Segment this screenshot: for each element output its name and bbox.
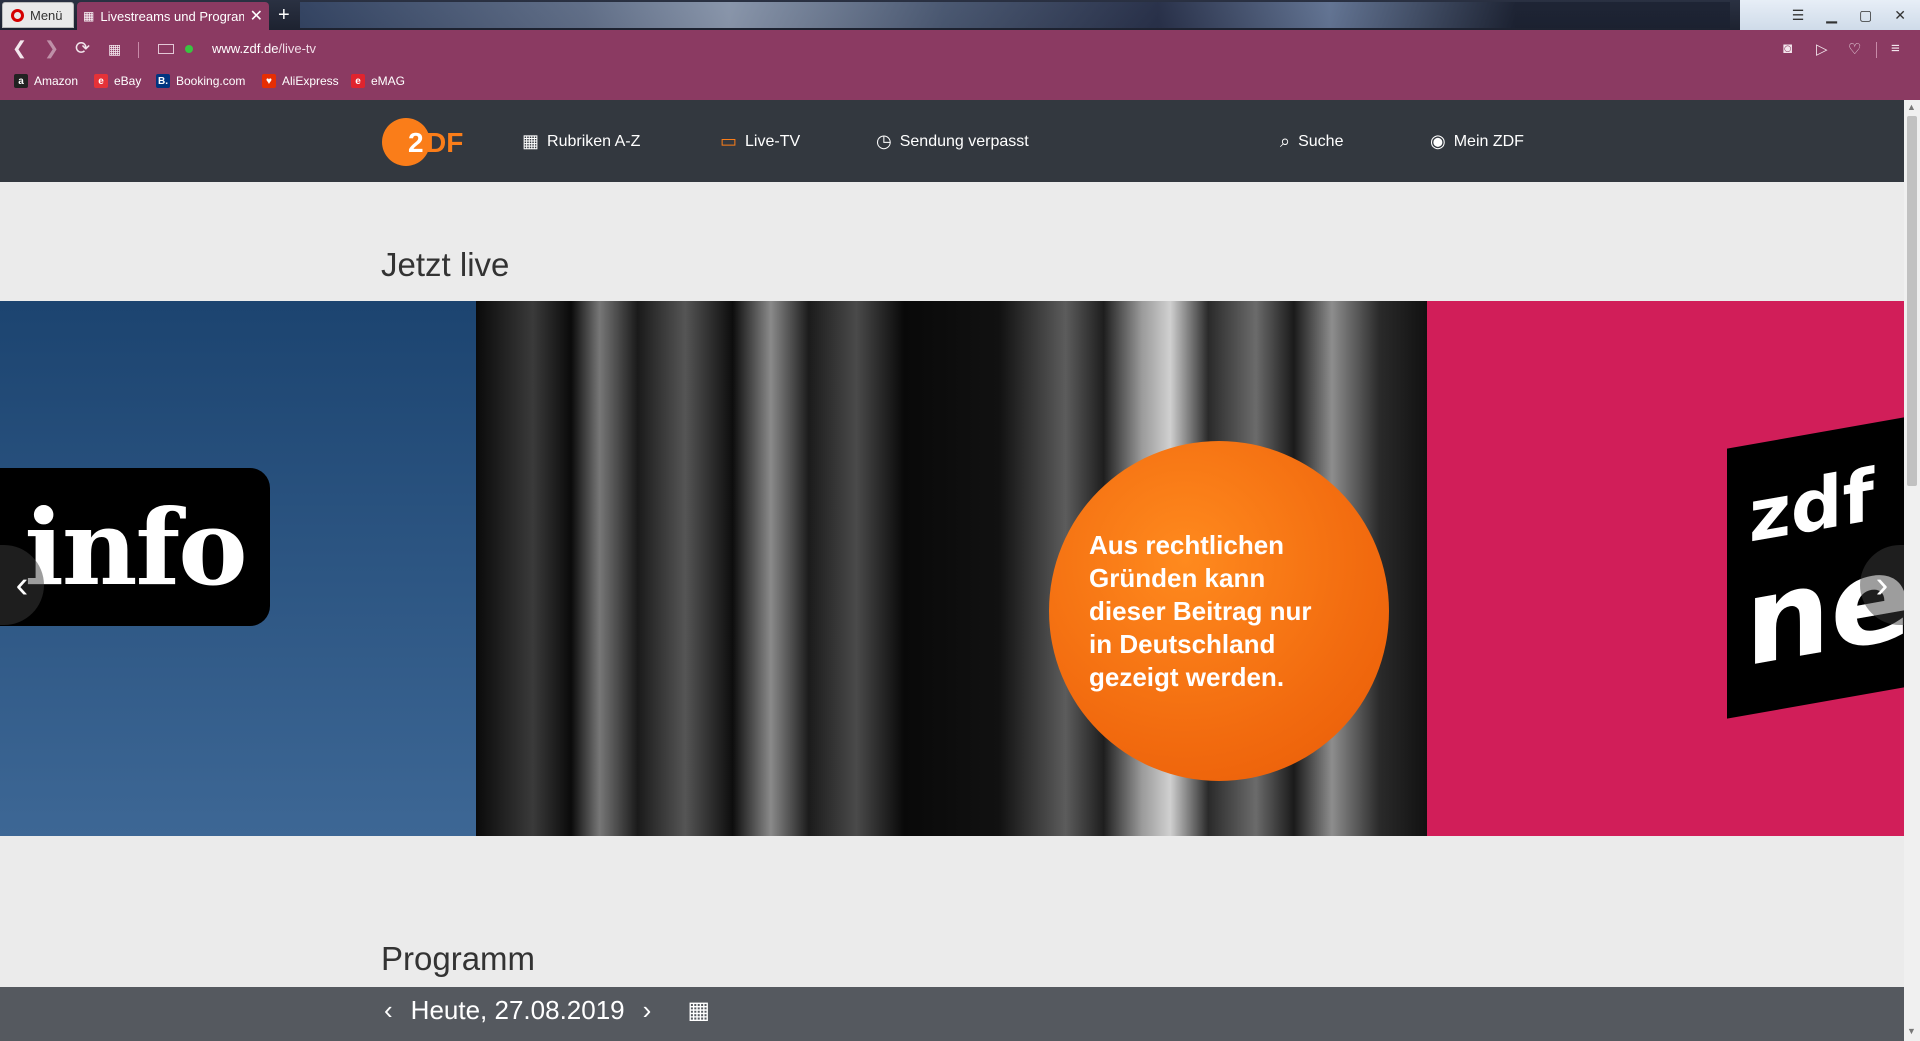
live-carousel: info Aus rechtlichen Gründen kann dieser…	[0, 301, 1904, 836]
calendar-icon[interactable]: ▦	[687, 996, 710, 1025]
chevron-left-icon: ‹	[15, 563, 29, 606]
speed-dial-icon[interactable]: ▦	[108, 41, 121, 58]
bookmark-aliexpress[interactable]: ♥ AliExpress	[262, 74, 339, 88]
tab-close-icon[interactable]: ✕	[250, 6, 263, 26]
tab-title: Livestreams und Programm	[100, 8, 243, 24]
slide-zdf-geoblocked[interactable]: Aus rechtlichen Gründen kann dieser Beit…	[476, 301, 1427, 836]
bookmark-label: AliExpress	[282, 74, 339, 88]
bookmark-emag[interactable]: e eMAG	[351, 74, 405, 88]
secure-connection-icon	[185, 45, 193, 53]
nav-suche[interactable]: ⌕ Suche	[1280, 131, 1343, 152]
browser-menu-button[interactable]: Menü	[2, 2, 74, 28]
nav-live-tv[interactable]: ▭ Live-TV	[720, 131, 800, 152]
window-controls: ☰ ▁ ▢ ✕	[1740, 0, 1920, 30]
browser-tab-bar: Menü ▦ Livestreams und Programm ✕ + ☰ ▁ …	[0, 0, 1920, 30]
bookmark-label: Amazon	[34, 74, 79, 88]
browser-menu-label: Menü	[30, 7, 63, 23]
browser-tab-active[interactable]: ▦ Livestreams und Programm ✕	[77, 2, 269, 30]
site-info-icon[interactable]	[158, 44, 174, 54]
toolbar-divider	[138, 42, 139, 58]
toolbar-divider-right	[1876, 42, 1877, 58]
address-field[interactable]: www.zdf.de/live-tv	[212, 41, 316, 56]
user-icon: ◉	[1430, 131, 1446, 151]
bookmark-label: eBay	[114, 74, 142, 88]
window-close-icon[interactable]: ✕	[1894, 7, 1906, 24]
tab-favicon-icon: ▦	[83, 9, 95, 23]
minimize-icon[interactable]: ▁	[1826, 7, 1837, 24]
bookmark-label: Booking.com	[176, 74, 246, 88]
emag-icon: e	[351, 74, 365, 88]
previous-day-icon[interactable]: ‹	[384, 995, 393, 1026]
scroll-up-icon[interactable]: ▲	[1907, 102, 1916, 112]
send-icon[interactable]: ▷	[1816, 40, 1828, 58]
nav-mein-zdf-label: Mein ZDF	[1453, 132, 1524, 150]
live-section-title: Jetzt live	[381, 246, 510, 283]
grid-icon: ▦	[522, 131, 540, 151]
main-content: Jetzt live info Aus rechtlichen Gründen …	[0, 182, 1904, 1041]
date-navigation-bar: ‹ Heute, 27.08.2019 › ▦	[0, 987, 1904, 1041]
nav-sendung-verpasst-label: Sendung verpasst	[899, 132, 1029, 150]
easy-setup-icon[interactable]: ≡	[1891, 40, 1900, 57]
forward-icon[interactable]: ❯	[44, 38, 59, 59]
svg-text:2: 2	[408, 127, 424, 158]
nav-sendung-verpasst[interactable]: ◷ Sendung verpasst	[876, 131, 1029, 152]
tab-thumbnails-strip	[300, 2, 1730, 28]
nav-rubriken[interactable]: ▦ Rubriken A-Z	[522, 131, 640, 152]
nav-mein-zdf[interactable]: ◉ Mein ZDF	[1430, 131, 1524, 152]
geoblock-notice: Aus rechtlichen Gründen kann dieser Beit…	[1049, 441, 1389, 781]
nav-rubriken-label: Rubriken A-Z	[547, 132, 641, 150]
reload-icon[interactable]: ⟳	[75, 38, 90, 59]
bookmark-label: eMAG	[371, 74, 406, 88]
zdfinfo-logo: info	[0, 468, 270, 626]
next-day-icon[interactable]: ›	[643, 995, 652, 1026]
ebay-icon: e	[94, 74, 108, 88]
zdf-logo[interactable]: 2 DF	[382, 118, 468, 166]
slide-zdfneo[interactable]: zdf ne	[1427, 301, 1904, 836]
nav-live-tv-label: Live-TV	[745, 132, 801, 150]
clock-icon: ◷	[876, 131, 892, 151]
aliexpress-icon: ♥	[262, 74, 276, 88]
maximize-icon[interactable]: ▢	[1859, 7, 1872, 24]
booking-icon: B.	[156, 74, 170, 88]
svg-text:DF: DF	[426, 127, 463, 158]
current-date-label: Heute, 27.08.2019	[410, 995, 625, 1025]
url-domain: www.zdf.de	[212, 41, 279, 56]
slide-zdfinfo[interactable]: info	[0, 301, 476, 836]
heart-icon[interactable]: ♡	[1848, 40, 1861, 58]
browser-toolbar: ❮ ❯ ⟳ ▦ www.zdf.de/live-tv ◙ ▷ ♡ ≡ a Amaz…	[0, 30, 1920, 100]
opera-logo-icon	[11, 8, 24, 22]
nav-suche-label: Suche	[1298, 132, 1344, 150]
bookmark-amazon[interactable]: a Amazon	[14, 74, 78, 88]
back-icon[interactable]: ❮	[12, 38, 27, 59]
scroll-down-icon[interactable]: ▼	[1907, 1026, 1916, 1036]
new-tab-button[interactable]: +	[278, 4, 290, 27]
tab-menu-icon[interactable]: ☰	[1792, 7, 1805, 24]
scrollbar-thumb[interactable]	[1907, 116, 1917, 486]
site-header: 2 DF ▦ Rubriken A-Z ▭ Live-TV ◷ Sendung …	[0, 100, 1904, 182]
page-scrollbar[interactable]: ▲ ▼	[1904, 100, 1920, 1041]
program-section-title: Programm	[381, 940, 536, 977]
url-path: /live-tv	[278, 41, 317, 56]
zdfinfo-logo-text: info	[24, 485, 247, 609]
geoblock-notice-text: Aus rechtlichen Gründen kann dieser Beit…	[1089, 529, 1312, 692]
tv-icon: ▭	[720, 131, 738, 151]
bookmark-bookingcom[interactable]: B. Booking.com	[156, 74, 245, 88]
bookmark-ebay[interactable]: e eBay	[94, 74, 141, 88]
chevron-right-icon: ›	[1875, 563, 1889, 606]
snapshot-icon[interactable]: ◙	[1783, 40, 1792, 57]
search-icon: ⌕	[1280, 131, 1291, 151]
amazon-icon: a	[14, 74, 28, 88]
